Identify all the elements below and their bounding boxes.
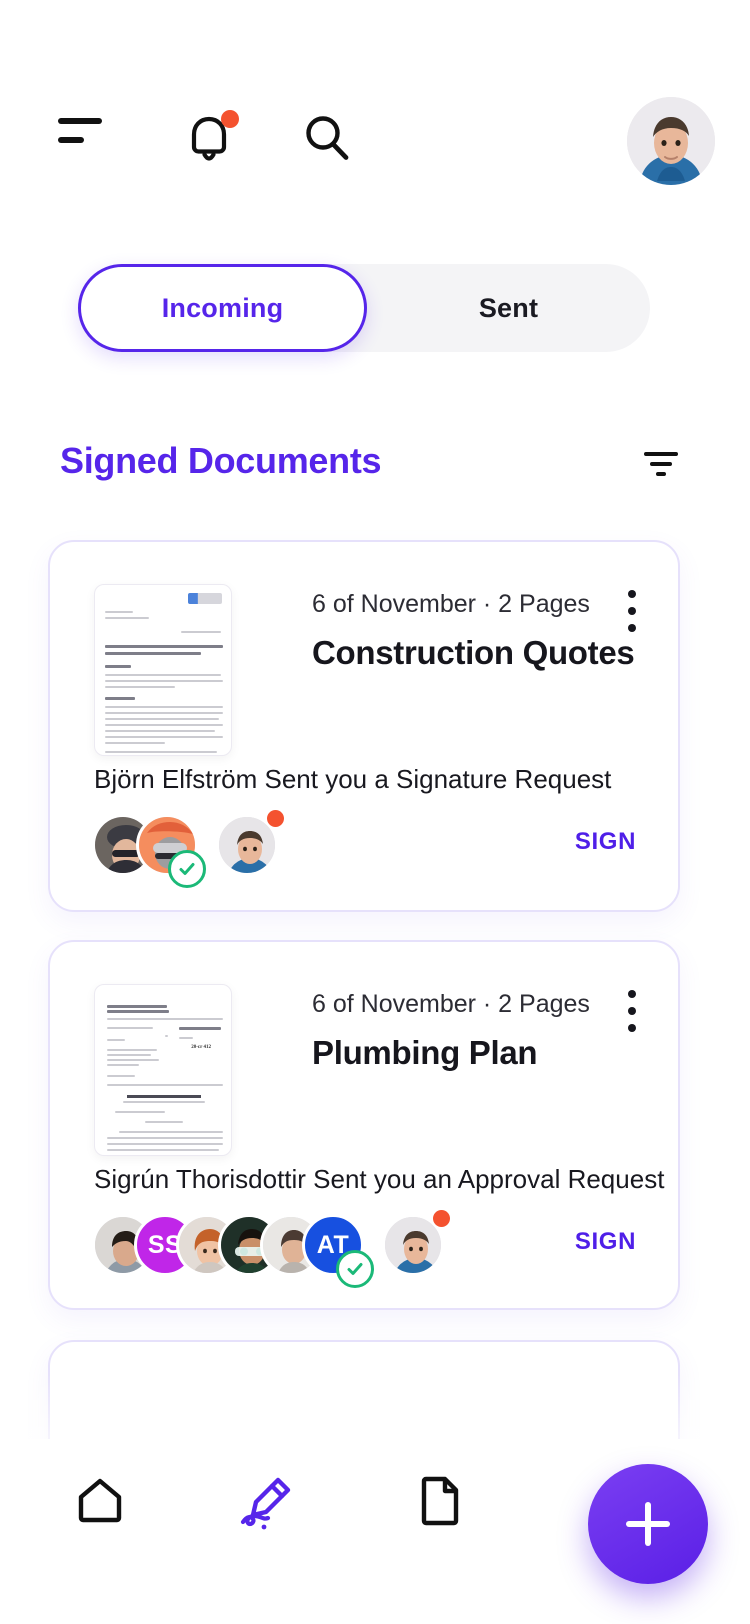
app-screen: Incoming Sent Signed Documents 6 of Nove… — [0, 0, 750, 1624]
pending-participant-avatar[interactable] — [382, 1210, 450, 1276]
nav-document-icon[interactable] — [412, 1472, 468, 1528]
sign-button[interactable]: SIGN — [575, 1228, 636, 1256]
alert-dot — [433, 1210, 450, 1227]
document-meta: 6 of November · 2 Pages — [312, 990, 590, 1018]
search-icon[interactable] — [299, 110, 355, 166]
document-card[interactable]: 6 of November · 2 Pages Construction Quo… — [48, 540, 680, 912]
create-document-fab[interactable] — [588, 1464, 708, 1584]
bottom-navigation — [0, 1439, 750, 1624]
verified-check-badge — [336, 1250, 374, 1288]
plus-icon-vertical — [645, 1502, 651, 1546]
document-sender: Björn Elfström Sent you a Signature Requ… — [94, 764, 612, 794]
tab-sent[interactable]: Sent — [367, 264, 650, 352]
pending-participant-avatar[interactable] — [216, 810, 284, 876]
hamburger-icon[interactable] — [58, 118, 104, 152]
nav-signature-pen-icon[interactable] — [238, 1472, 294, 1530]
document-logo — [188, 593, 222, 604]
notification-badge-dot — [221, 110, 239, 128]
document-meta: 6 of November · 2 Pages — [312, 590, 590, 618]
nav-home-icon[interactable] — [72, 1472, 128, 1528]
more-options-icon[interactable] — [628, 590, 636, 632]
document-title: Plumbing Plan — [312, 1034, 538, 1071]
document-thumbnail: 20-cr 412 — [94, 984, 232, 1156]
document-thumbnail — [94, 584, 232, 756]
tab-incoming[interactable]: Incoming — [78, 264, 367, 352]
more-options-icon[interactable] — [628, 990, 636, 1032]
document-sender: Sigrún Thorisdottir Sent you an Approval… — [94, 1164, 665, 1194]
filter-icon[interactable] — [644, 452, 678, 480]
alert-dot — [267, 810, 284, 827]
notification-bell-icon[interactable] — [177, 106, 241, 170]
avatar[interactable] — [627, 97, 715, 185]
document-card[interactable]: 20-cr 412 6 of November · 2 Pages Plumbi… — [48, 940, 680, 1310]
verified-check-badge — [168, 850, 206, 888]
segmented-tabs: Incoming Sent — [78, 264, 650, 352]
page-title: Signed Documents — [60, 440, 382, 481]
top-bar — [0, 96, 750, 186]
sign-button[interactable]: SIGN — [575, 828, 636, 856]
section-header: Signed Documents — [0, 440, 750, 500]
document-title: Construction Quotes — [312, 634, 635, 671]
